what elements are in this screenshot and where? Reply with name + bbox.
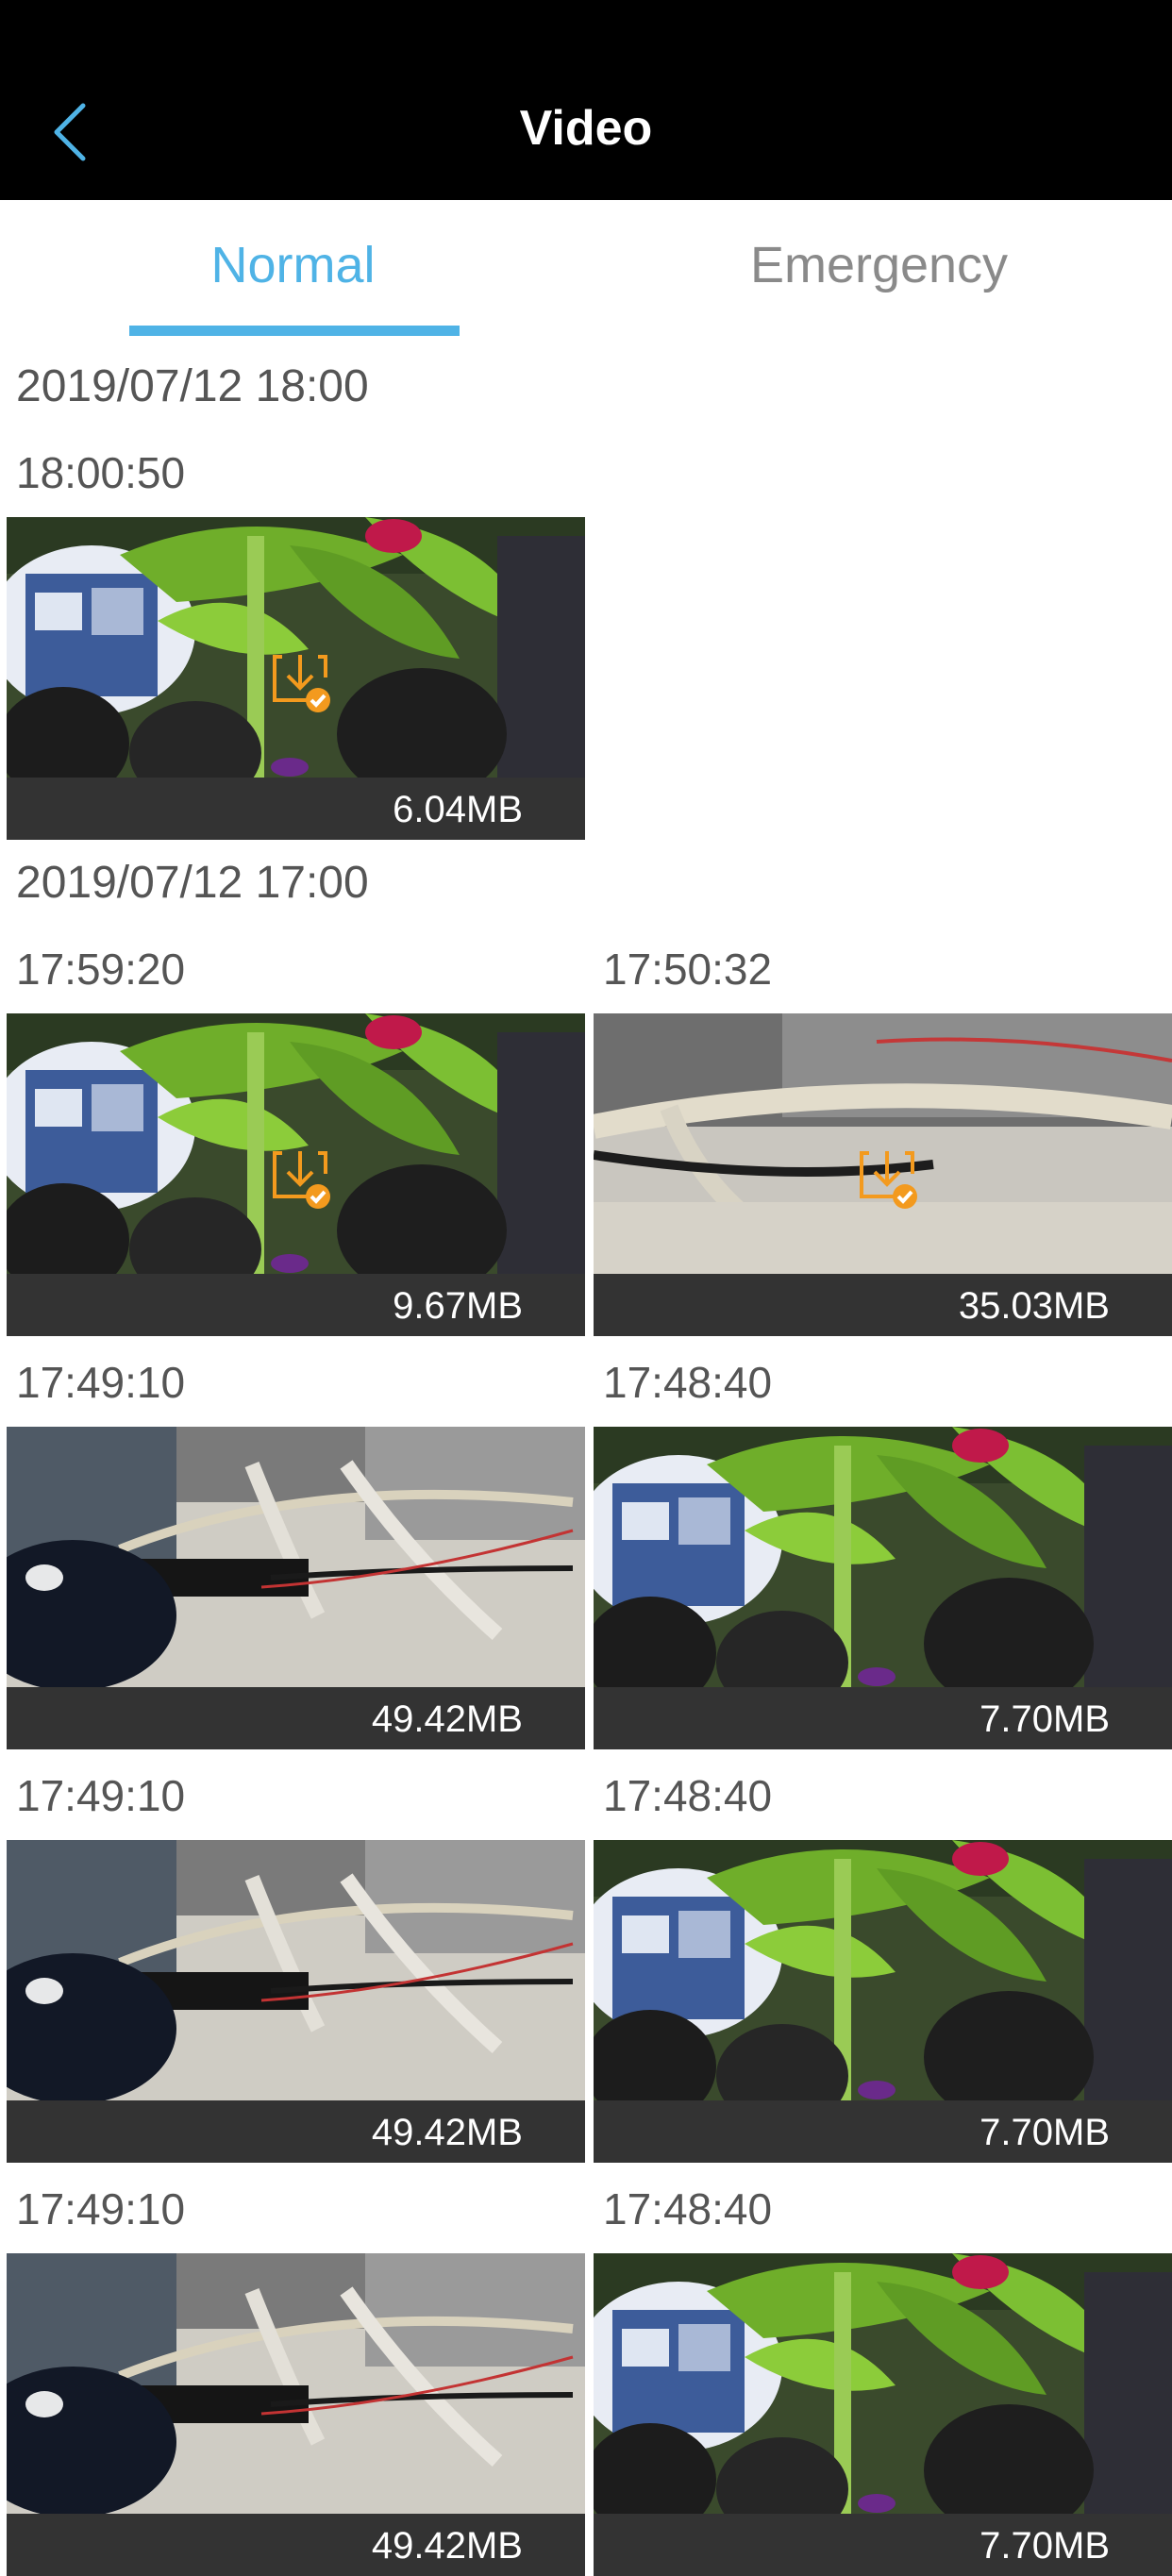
top-bar: Video <box>0 0 1172 200</box>
video-info-bar: 9.67MB <box>7 1274 585 1336</box>
video-thumbnail-card[interactable]: 35.03MB <box>594 1013 1172 1336</box>
tab-normal[interactable]: Normal <box>0 236 586 294</box>
video-thumbnail-card[interactable]: 7.70MB <box>594 2253 1172 2576</box>
video-info-bar: 7.70MB <box>594 2514 1172 2576</box>
video-time-label: 17:49:10 <box>16 1771 186 1820</box>
video-thumbnail-card[interactable]: 49.42MB <box>7 1427 585 1749</box>
video-thumbnail-card[interactable]: 7.70MB <box>594 1427 1172 1749</box>
video-file-size: 49.42MB <box>371 2525 523 2567</box>
page-title: Video <box>519 101 653 156</box>
video-time-label: 17:48:40 <box>603 1771 773 1820</box>
video-file-size: 35.03MB <box>958 1285 1110 1327</box>
video-time-label: 17:59:20 <box>16 945 186 994</box>
video-file-size: 7.70MB <box>979 2112 1110 2153</box>
video-file-size: 9.67MB <box>393 1285 523 1327</box>
video-file-size: 49.42MB <box>371 2112 523 2153</box>
video-time-label: 17:48:40 <box>603 1358 773 1407</box>
video-file-size: 49.42MB <box>371 1698 523 1740</box>
video-time-label: 17:49:10 <box>16 2184 186 2233</box>
video-thumbnail-card[interactable]: 9.67MB <box>7 1013 585 1336</box>
video-info-bar: 7.70MB <box>594 1687 1172 1749</box>
video-file-size: 7.70MB <box>979 1698 1110 1740</box>
video-info-bar: 6.04MB <box>7 778 585 840</box>
video-time-label: 18:00:50 <box>16 448 186 497</box>
video-thumbnail-card[interactable]: 49.42MB <box>7 1840 585 2163</box>
group-date-label: 2019/07/12 18:00 <box>16 361 369 411</box>
video-thumbnail-card[interactable]: 49.42MB <box>7 2253 585 2576</box>
download-complete-icon[interactable] <box>267 1146 333 1212</box>
video-info-bar: 7.70MB <box>594 2100 1172 2163</box>
video-thumbnail-card[interactable]: 6.04MB <box>7 517 585 840</box>
video-file-size: 6.04MB <box>393 789 523 830</box>
video-time-label: 17:50:32 <box>603 945 773 994</box>
video-thumbnail-card[interactable]: 7.70MB <box>594 1840 1172 2163</box>
video-file-size: 7.70MB <box>979 2525 1110 2567</box>
download-complete-icon[interactable] <box>854 1146 920 1212</box>
tab-emergency[interactable]: Emergency <box>586 236 1172 294</box>
active-tab-indicator <box>129 326 460 336</box>
video-time-label: 17:48:40 <box>603 2184 773 2233</box>
video-info-bar: 49.42MB <box>7 2100 585 2163</box>
download-complete-icon[interactable] <box>267 649 333 715</box>
group-date-label: 2019/07/12 17:00 <box>16 858 369 908</box>
video-info-bar: 49.42MB <box>7 2514 585 2576</box>
video-time-label: 17:49:10 <box>16 1358 186 1407</box>
video-info-bar: 49.42MB <box>7 1687 585 1749</box>
video-info-bar: 35.03MB <box>594 1274 1172 1336</box>
tab-bar: Normal Emergency <box>0 200 1172 342</box>
